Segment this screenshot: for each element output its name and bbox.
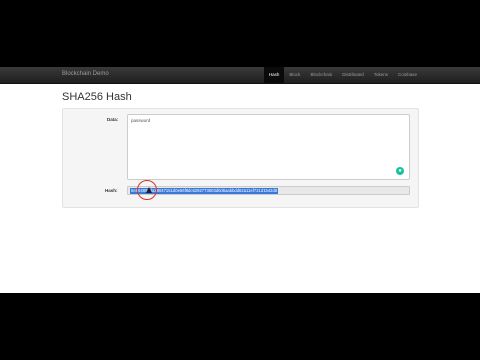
hash-form-panel: Data: password ● Hash: 5e884898da2804715… — [62, 108, 419, 208]
hash-label: Hash: — [105, 188, 118, 193]
nav-item-block[interactable]: Block — [284, 67, 305, 83]
nav-item-tokens[interactable]: Tokens — [369, 67, 393, 83]
nav-item-distributed[interactable]: Distributed — [337, 67, 369, 83]
nav-item-hash[interactable]: Hash — [263, 67, 285, 83]
data-label: Data: — [107, 117, 119, 122]
data-textarea[interactable]: password ● — [127, 114, 410, 180]
mouse-cursor-icon — [146, 187, 152, 193]
hash-output-field[interactable]: 5e884898da28047151d0e56f8dc6292773603d0d… — [127, 186, 410, 195]
data-textarea-value: password — [131, 118, 151, 123]
navbar-brand[interactable]: Blockchain Demo — [62, 71, 109, 77]
nav-item-coinbase[interactable]: Coinbase — [393, 67, 422, 83]
nav-item-blockchain[interactable]: Blockchain — [305, 67, 337, 83]
page-title: SHA256 Hash — [62, 91, 132, 103]
navbar-menu: Hash Block Blockchain Distributed Tokens… — [263, 67, 422, 83]
grammarly-icon[interactable]: ● — [396, 167, 404, 175]
navbar: Blockchain Demo Hash Block Blockchain Di… — [0, 67, 480, 84]
browser-viewport: Blockchain Demo Hash Block Blockchain Di… — [0, 67, 480, 293]
